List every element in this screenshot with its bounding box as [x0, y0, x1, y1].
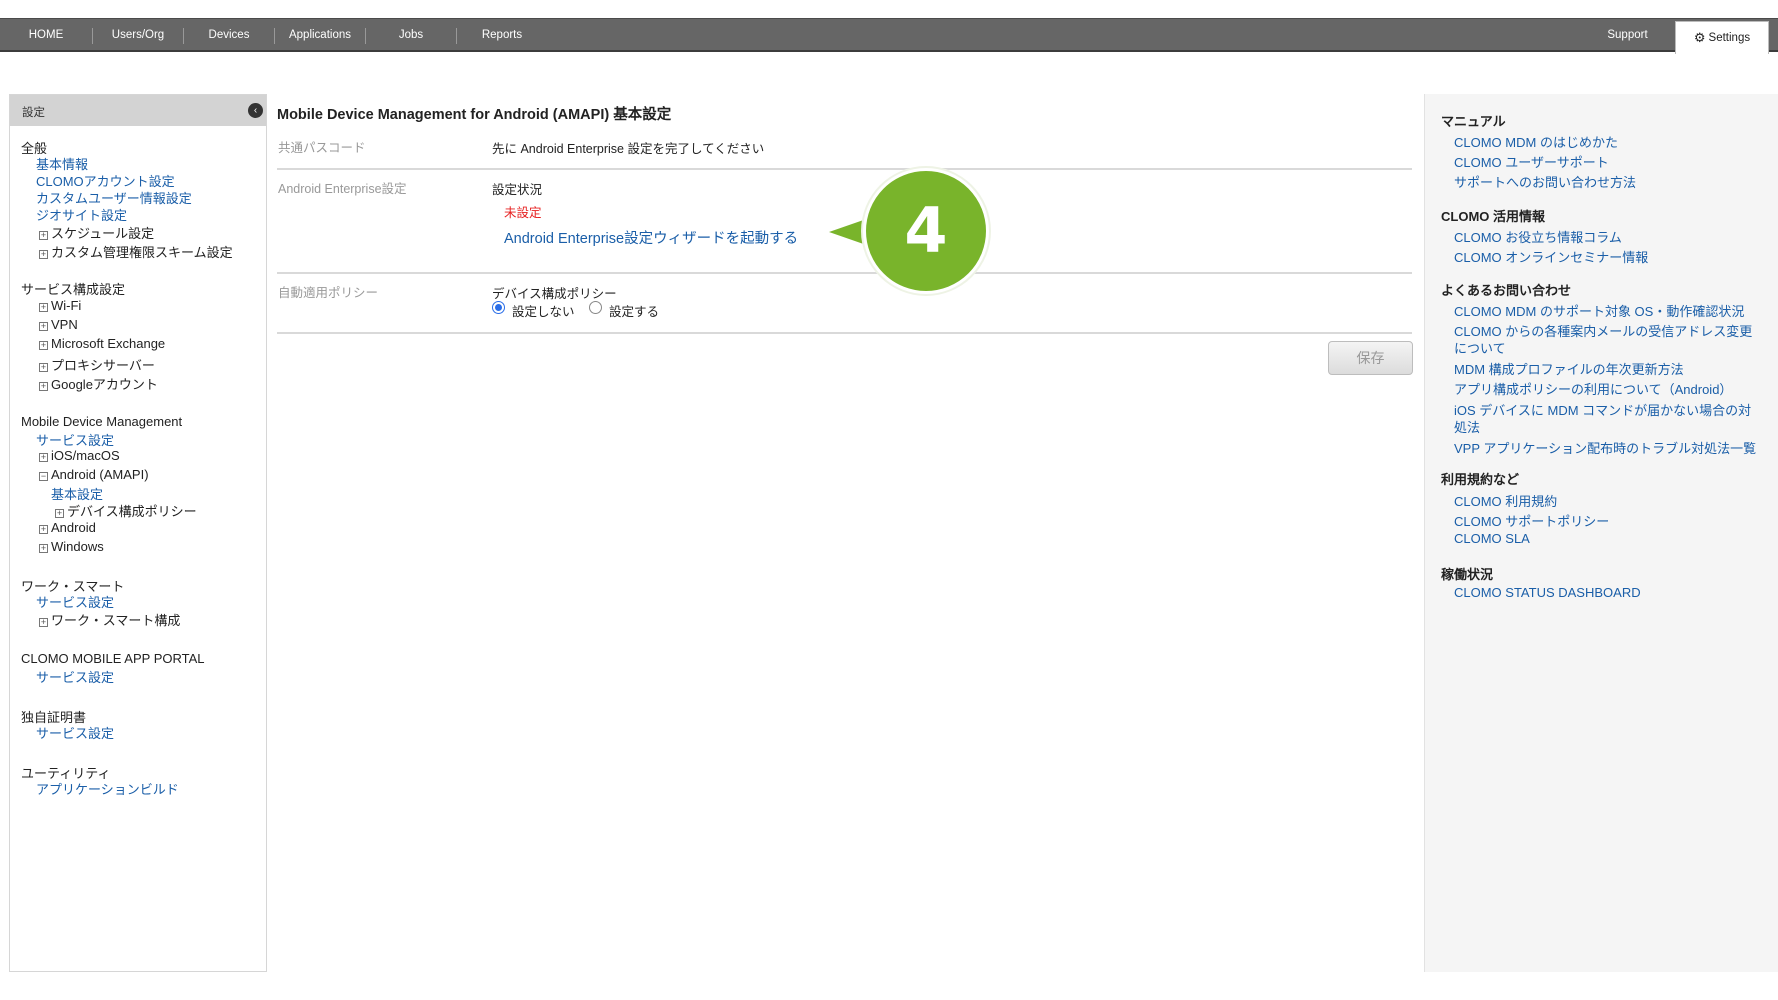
page-title: Mobile Device Management for Android (AM…	[277, 107, 672, 123]
auto-policy-label: 自動適用ポリシー	[278, 286, 379, 300]
divider	[277, 332, 1412, 334]
sidebar-tree-permission-scheme[interactable]: + カスタム管理権限スキーム設定	[39, 242, 233, 261]
faq-heading: よくあるお問い合わせ	[1441, 283, 1572, 298]
sidebar-tree-work-smart-config[interactable]: + ワーク・スマート構成	[39, 610, 180, 629]
nav-applications[interactable]: Applications	[275, 19, 365, 51]
expand-icon: +	[39, 452, 48, 462]
help-link[interactable]: CLOMO MDM のはじめかた	[1454, 132, 1618, 151]
radio-label-on: 設定する	[609, 305, 660, 319]
ae-status-label: 設定状況	[492, 183, 543, 197]
help-link[interactable]: 処法	[1454, 417, 1480, 436]
expand-icon: +	[39, 543, 48, 553]
divider	[277, 168, 1412, 170]
sidebar-tree-schedule[interactable]: + スケジュール設定	[39, 223, 154, 242]
nav-home[interactable]: HOME	[0, 19, 92, 51]
help-link[interactable]: アプリ構成ポリシーの利用について（Android）	[1454, 379, 1732, 398]
settings-sidebar: 設定 ‹ 全般 基本情報 CLOMOアカウント設定 カスタムユーザー情報設定 ジ…	[9, 94, 267, 972]
radio-label-off: 設定しない	[512, 305, 575, 319]
sidebar-tree-ios-macos[interactable]: + iOS/macOS	[39, 448, 120, 463]
sidebar-group-app-portal: CLOMO MOBILE APP PORTAL	[21, 651, 205, 666]
sidebar-title: 設定	[22, 107, 45, 119]
passcode-label: 共通パスコード	[278, 141, 366, 155]
top-navigation-bar: HOME Users/Org Devices Applications Jobs…	[0, 18, 1778, 54]
divider	[277, 272, 1412, 274]
sidebar-tree-wifi[interactable]: + Wi-Fi	[39, 298, 81, 313]
expand-icon: +	[39, 617, 48, 627]
sidebar-item-mdm-service-settings[interactable]: サービス設定	[36, 430, 114, 449]
help-link[interactable]: CLOMO サポートポリシー	[1454, 511, 1609, 530]
help-link[interactable]: MDM 構成プロファイルの年次更新方法	[1454, 359, 1684, 378]
save-button[interactable]: 保存	[1328, 341, 1413, 375]
sidebar-tree-google-account[interactable]: + Googleアカウント	[39, 374, 158, 393]
nav-devices[interactable]: Devices	[184, 19, 274, 51]
sidebar-tree-windows[interactable]: + Windows	[39, 539, 104, 554]
help-link[interactable]: CLOMO オンラインセミナー情報	[1454, 247, 1648, 266]
status-heading: 稼働状況	[1441, 567, 1494, 582]
expand-icon: +	[39, 230, 48, 240]
device-policy-sublabel: デバイス構成ポリシー	[492, 287, 617, 301]
help-sidebar: マニュアル CLOMO MDM のはじめかた CLOMO ユーザーサポート サポ…	[1424, 94, 1778, 972]
sidebar-item-app-build[interactable]: アプリケーションビルド	[36, 779, 179, 798]
help-link[interactable]: CLOMO SLA	[1454, 531, 1530, 546]
sidebar-tree-proxy[interactable]: + プロキシサーバー	[39, 355, 155, 374]
help-link[interactable]: CLOMO 利用規約	[1454, 491, 1557, 510]
nav-jobs[interactable]: Jobs	[366, 19, 456, 51]
sidebar-tree-android-amapi[interactable]: − Android (AMAPI)	[39, 467, 149, 482]
sidebar-item-portal-service-settings[interactable]: サービス設定	[36, 667, 114, 686]
help-link[interactable]: VPP アプリケーション配布時のトラブル対処法一覧	[1454, 438, 1756, 457]
help-link[interactable]: CLOMO ユーザーサポート	[1454, 152, 1609, 171]
expand-icon: +	[55, 508, 64, 518]
sidebar-item-work-service-settings[interactable]: サービス設定	[36, 592, 114, 611]
callout-number: 4	[863, 168, 989, 294]
help-link[interactable]: サポートへのお問い合わせ方法	[1454, 172, 1636, 191]
help-link[interactable]: CLOMO MDM のサポート対象 OS・動作確認状況	[1454, 301, 1744, 320]
help-link[interactable]: CLOMO お役立ち情報コラム	[1454, 227, 1622, 246]
sidebar-header: 設定 ‹	[10, 95, 266, 126]
help-link[interactable]: CLOMO STATUS DASHBOARD	[1454, 585, 1641, 600]
expand-icon: +	[39, 302, 48, 312]
sidebar-tree-exchange[interactable]: + Microsoft Exchange	[39, 336, 165, 351]
sidebar-item-cert-service-settings[interactable]: サービス設定	[36, 723, 114, 742]
expand-icon: +	[39, 340, 48, 350]
radio-button-on[interactable]	[589, 301, 602, 314]
info-heading: CLOMO 活用情報	[1441, 209, 1545, 224]
expand-icon: +	[39, 362, 48, 372]
sidebar-group-service: サービス構成設定	[21, 282, 126, 297]
nav-settings-label: Settings	[1708, 32, 1751, 44]
help-link[interactable]: について	[1454, 338, 1506, 357]
sidebar-group-mdm: Mobile Device Management	[21, 414, 183, 429]
nav-support[interactable]: Support	[1580, 19, 1675, 51]
collapse-sidebar-icon[interactable]: ‹	[248, 103, 263, 118]
terms-heading: 利用規約など	[1441, 472, 1520, 487]
ae-wizard-link[interactable]: Android Enterprise設定ウィザードを起動する	[504, 227, 798, 248]
gear-icon: ⚙	[1693, 30, 1706, 45]
manual-heading: マニュアル	[1441, 114, 1506, 129]
collapse-icon: −	[39, 471, 48, 481]
sidebar-tree-android[interactable]: + Android	[39, 520, 96, 535]
expand-icon: +	[39, 524, 48, 534]
nav-users-org[interactable]: Users/Org	[93, 19, 183, 51]
help-link[interactable]: iOS デバイスに MDM コマンドが届かない場合の対	[1454, 400, 1751, 419]
ae-status-value: 未設定	[504, 206, 542, 220]
expand-icon: +	[39, 249, 48, 259]
nav-settings-tab[interactable]: ⚙ Settings	[1675, 21, 1769, 54]
policy-radio-group: 設定しない 設定する	[492, 301, 692, 319]
sidebar-tree-vpn[interactable]: + VPN	[39, 317, 78, 332]
sidebar-item-geosite[interactable]: ジオサイト設定	[36, 205, 127, 224]
sidebar-tree-device-policy[interactable]: + デバイス構成ポリシー	[55, 501, 197, 520]
radio-button-off[interactable]	[492, 301, 505, 314]
expand-icon: +	[39, 321, 48, 331]
ae-settings-label: Android Enterprise設定	[278, 182, 407, 196]
expand-icon: +	[39, 381, 48, 391]
nav-reports[interactable]: Reports	[457, 19, 547, 51]
passcode-value: 先に Android Enterprise 設定を完了してください	[492, 142, 765, 156]
